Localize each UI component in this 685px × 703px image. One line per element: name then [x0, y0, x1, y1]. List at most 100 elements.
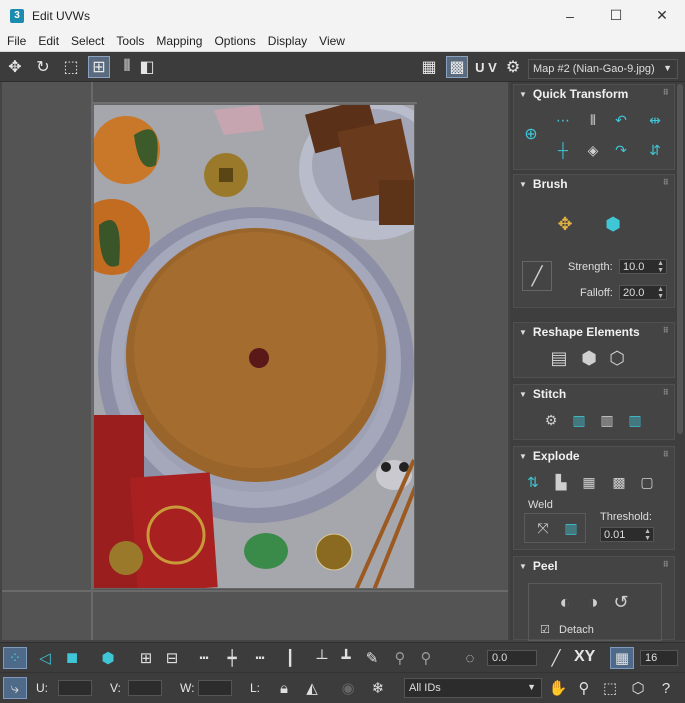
menu-mapping[interactable]: Mapping [149, 34, 207, 48]
pixel-snap-icon[interactable]: ╱ [544, 647, 568, 669]
stitch-custom-icon[interactable]: ⚙ [538, 407, 564, 433]
strength-spinner[interactable]: 10.0 ▲ ▼ [619, 259, 667, 274]
flatten-by-polygon-icon[interactable]: ▦ [576, 469, 602, 495]
align-center-icon[interactable]: ┼ [550, 137, 576, 163]
grid-snap-icon[interactable]: ▦ [610, 647, 634, 669]
minimize-button[interactable]: – [547, 0, 593, 31]
rollout-header[interactable]: ▼ Peel ⠿ [514, 557, 674, 575]
straighten-icon[interactable]: ◈ [580, 137, 606, 163]
weld-all-icon[interactable]: ▥ [558, 515, 584, 541]
rollout-header[interactable]: ▼ Reshape Elements ⠿ [514, 323, 674, 341]
pivot-icon[interactable]: ⊕ [518, 121, 544, 147]
space-horizontal-icon[interactable]: ⇹ [642, 107, 668, 133]
relax-settings-icon[interactable]: ⬡ [604, 345, 630, 371]
paint-select-icon[interactable]: ┴ [310, 647, 334, 669]
straighten-selection-icon[interactable]: ▤ [546, 345, 572, 371]
weld-selected-icon[interactable]: ⤧ [530, 515, 556, 541]
break-icon[interactable]: ⇅ [520, 469, 546, 495]
rollout-header[interactable]: ▼ Brush ⠿ [514, 175, 674, 193]
paint-deselect-icon[interactable]: ┻ [334, 647, 358, 669]
align-vertical-icon[interactable]: ⦀ [580, 107, 606, 133]
brush-icon[interactable]: ✎ [360, 647, 384, 669]
zoom-extents-icon[interactable]: ⬡ [626, 677, 650, 699]
menu-display[interactable]: Display [261, 34, 312, 48]
falloff-spinner[interactable]: 20.0 ▲ ▼ [619, 285, 667, 300]
loop-grow-icon[interactable]: ┿ [220, 647, 244, 669]
reset-peel-icon[interactable]: ↺ [608, 589, 634, 615]
grid-size-input[interactable]: 16 [640, 650, 678, 666]
rollout-explode: ▼ Explode ⠿ ⇅ ▙ ▦ ▩ ▢ Weld ⤧ ▥ Threshold… [513, 446, 675, 550]
loop-icon[interactable]: ┅ [192, 647, 216, 669]
rotate-value-input[interactable]: 0.0 [487, 650, 537, 666]
show-map-icon[interactable]: ▩ [446, 56, 468, 78]
show-icon[interactable]: ◉ [336, 677, 360, 699]
map-settings-icon[interactable]: ⚙ [502, 56, 524, 78]
menu-select[interactable]: Select [64, 34, 109, 48]
angle-snap-icon[interactable]: ◌ [458, 647, 482, 669]
brush-size-up-icon[interactable]: ⚲ [388, 647, 412, 669]
flatten-by-material-icon[interactable]: ▢ [634, 469, 660, 495]
uv-axis-toggle[interactable]: U V [472, 56, 500, 78]
menu-tools[interactable]: Tools [109, 34, 149, 48]
menu-edit[interactable]: Edit [31, 34, 64, 48]
rotate-icon[interactable]: ↻ [32, 56, 54, 78]
checker-icon[interactable]: ▦ [418, 56, 440, 78]
grow-selection-icon[interactable]: ⊞ [134, 647, 158, 669]
w-coordinate-input[interactable] [198, 680, 232, 696]
map-selector[interactable]: Map #2 (Nian-Gao-9.jpg) ▼ [528, 59, 678, 79]
zoom-icon[interactable]: ⚲ [572, 677, 596, 699]
scale-icon[interactable]: ⬚ [60, 56, 82, 78]
brush-size-down-icon[interactable]: ⚲ [414, 647, 438, 669]
v-coordinate-input[interactable] [128, 680, 162, 696]
vertex-mode-icon[interactable]: ⁘ [3, 647, 27, 669]
u-coordinate-input[interactable] [58, 680, 92, 696]
relax-brush-icon[interactable]: ⬢ [600, 211, 626, 237]
flatten-by-smoothing-icon[interactable]: ▩ [606, 469, 632, 495]
menu-view[interactable]: View [312, 34, 350, 48]
menu-options[interactable]: Options [207, 34, 260, 48]
stitch-to-target-icon[interactable]: ▥ [566, 407, 592, 433]
space-vertical-icon[interactable]: ⇵ [642, 137, 668, 163]
stitch-to-source-icon[interactable]: ▥ [622, 407, 648, 433]
rollout-header[interactable]: ▼ Explode ⠿ [514, 447, 674, 465]
panel-scrollbar[interactable] [677, 84, 683, 434]
mirror-icon[interactable]: ⫴ [116, 56, 138, 78]
grip-icon: ⠿ [662, 560, 669, 569]
falloff-curve-icon[interactable]: ╱ [522, 261, 552, 291]
spinner-arrows-icon: ▲ ▼ [657, 286, 664, 300]
xy-toggle[interactable]: XY [574, 648, 595, 666]
detach-edge-icon[interactable]: ▙ [548, 469, 574, 495]
stitch-average-icon[interactable]: ▥ [594, 407, 620, 433]
maximize-button[interactable]: ☐ [593, 0, 639, 31]
freeze-icon[interactable]: ❄ [366, 677, 390, 699]
face-mode-icon[interactable]: ■ [60, 647, 84, 669]
pan-icon[interactable]: ✋ [546, 677, 570, 699]
edge-mode-icon[interactable]: ◁ [33, 647, 57, 669]
rollout-header[interactable]: ▼ Stitch ⠿ [514, 385, 674, 403]
material-id-select[interactable]: All IDs ▼ [404, 678, 542, 698]
rollout-header[interactable]: ▼ Quick Transform ⠿ [514, 85, 674, 103]
ring-icon[interactable]: ┅ [248, 647, 272, 669]
rotate-cw-icon[interactable]: ↷ [608, 137, 634, 163]
paint-move-brush-icon[interactable]: ✥ [552, 211, 578, 237]
flip-icon[interactable]: ◧ [136, 56, 158, 78]
menu-file[interactable]: File [0, 34, 31, 48]
shrink-selection-icon[interactable]: ⊟ [160, 647, 184, 669]
quick-peel-icon[interactable]: ◐ [552, 589, 578, 615]
detach-checkbox[interactable]: ☑ [540, 623, 550, 636]
relax-icon[interactable]: ⬢ [576, 345, 602, 371]
align-horizontal-icon[interactable]: ⋯ [550, 107, 576, 133]
ring-grow-icon[interactable]: ┃ [278, 647, 302, 669]
hide-icon[interactable]: ◭ [300, 677, 324, 699]
move-icon[interactable]: ✥ [4, 56, 26, 78]
freeform-icon[interactable]: ⊞ [88, 56, 110, 78]
element-mode-icon[interactable]: ⬢ [96, 647, 120, 669]
threshold-spinner[interactable]: 0.01 ▲ ▼ [600, 527, 654, 542]
close-button[interactable]: ✕ [639, 0, 685, 31]
zoom-region-icon[interactable]: ⬚ [598, 677, 622, 699]
rotate-ccw-icon[interactable]: ↶ [608, 107, 634, 133]
absolute-offset-icon[interactable]: ⤷ [3, 677, 27, 699]
peel-mode-icon[interactable]: ◑ [580, 589, 606, 615]
lock-icon[interactable]: 🔒︎ [272, 677, 296, 699]
help-icon[interactable]: ? [654, 677, 678, 699]
